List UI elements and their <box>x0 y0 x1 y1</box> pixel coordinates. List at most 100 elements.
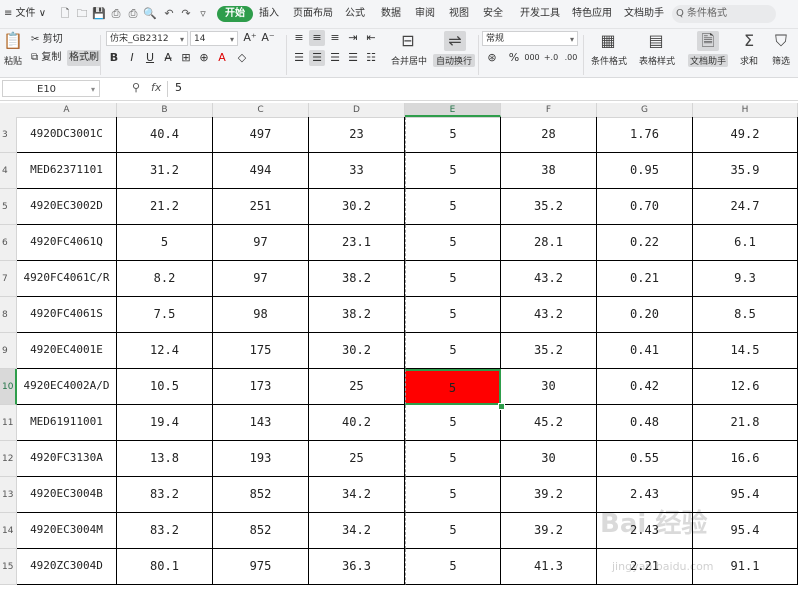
table-cell[interactable]: 8.5 <box>693 297 798 333</box>
table-cell[interactable]: 12.4 <box>117 333 213 369</box>
format-painter-quick-icon[interactable]: ⎙ <box>109 7 123 21</box>
table-cell[interactable]: 4920EC3004B <box>17 477 117 513</box>
search-input[interactable]: Q 条件格式 <box>672 5 776 23</box>
table-cell[interactable]: 0.21 <box>597 261 693 297</box>
open-icon[interactable]: 🗀 <box>75 7 89 21</box>
formula-input[interactable]: 5 <box>175 81 182 94</box>
cut-button[interactable]: ✂ 剪切 <box>31 32 63 48</box>
table-cell[interactable]: 97 <box>213 261 309 297</box>
wrap-text-button[interactable]: 自动换行 <box>433 54 475 67</box>
table-cell[interactable]: 19.4 <box>117 405 213 441</box>
table-cell[interactable]: MED61911001 <box>17 405 117 441</box>
column-header-e[interactable]: E <box>405 103 501 117</box>
merge-center-button[interactable]: 合并居中 <box>386 54 432 67</box>
table-cell[interactable]: 143 <box>213 405 309 441</box>
undo-icon[interactable]: ↶ <box>162 7 176 21</box>
table-cell[interactable]: 2.21 <box>597 549 693 585</box>
tab-home[interactable]: 开始 <box>217 6 253 22</box>
table-cell[interactable]: 30 <box>501 441 597 477</box>
justify-icon[interactable]: ☰ <box>345 50 361 66</box>
table-cell[interactable]: 35.9 <box>693 153 798 189</box>
row-header[interactable]: 4 <box>0 153 17 189</box>
table-cell[interactable]: 5 <box>405 297 501 333</box>
print-icon[interactable]: ⎙ <box>126 7 140 21</box>
table-cell[interactable]: 9.3 <box>693 261 798 297</box>
font-shrink-icon[interactable]: A⁻ <box>260 30 276 46</box>
table-cell[interactable]: 4920EC4001E <box>17 333 117 369</box>
table-cell[interactable]: 12.6 <box>693 369 798 405</box>
font-color-icon[interactable]: A <box>214 50 230 66</box>
table-cell[interactable]: 24.7 <box>693 189 798 225</box>
tab-formulas[interactable]: 公式 <box>344 0 366 28</box>
table-cell[interactable]: 5 <box>405 117 501 153</box>
table-cell[interactable]: 28.1 <box>501 225 597 261</box>
tab-security[interactable]: 安全 <box>482 0 504 28</box>
tab-developer[interactable]: 开发工具 <box>520 0 560 28</box>
table-cell[interactable]: 97 <box>213 225 309 261</box>
tab-page-layout[interactable]: 页面布局 <box>293 0 333 28</box>
table-style-button[interactable]: 表格样式 <box>634 54 680 67</box>
table-cell[interactable]: 31.2 <box>117 153 213 189</box>
filter-icon[interactable]: ⛉ <box>771 31 791 51</box>
merge-center-icon[interactable]: ⊟ <box>398 31 418 51</box>
table-cell[interactable]: 0.22 <box>597 225 693 261</box>
conditional-format-button[interactable]: 条件格式 <box>586 54 632 67</box>
fill-color-icon[interactable]: ⊕ <box>196 50 212 66</box>
table-cell[interactable]: 5 <box>405 549 501 585</box>
table-cell[interactable]: 35.2 <box>501 333 597 369</box>
table-cell[interactable]: 0.48 <box>597 405 693 441</box>
table-cell[interactable]: 35.2 <box>501 189 597 225</box>
tab-insert[interactable]: 插入 <box>258 0 280 28</box>
column-header-b[interactable]: B <box>117 103 213 117</box>
table-cell[interactable]: 4920DC3001C <box>17 117 117 153</box>
table-style-icon[interactable]: ▤ <box>646 31 666 51</box>
table-cell[interactable]: 91.1 <box>693 549 798 585</box>
table-cell[interactable]: 95.4 <box>693 477 798 513</box>
percent-button[interactable]: % <box>506 50 522 66</box>
conditional-format-icon[interactable]: ▦ <box>598 31 618 51</box>
table-cell[interactable]: 83.2 <box>117 477 213 513</box>
font-size-select[interactable]: 14 ▾ <box>190 31 238 46</box>
table-cell[interactable]: 175 <box>213 333 309 369</box>
active-cell[interactable]: 5 <box>405 369 501 405</box>
outdent-icon[interactable]: ⇤ <box>363 30 379 46</box>
row-header[interactable]: 9 <box>0 333 17 369</box>
table-cell[interactable]: 23 <box>309 117 405 153</box>
table-cell[interactable]: 28 <box>501 117 597 153</box>
row-header[interactable]: 14 <box>0 513 17 549</box>
name-box[interactable]: E10 ▾ <box>2 80 100 97</box>
row-header[interactable]: 6 <box>0 225 17 261</box>
table-cell[interactable]: 98 <box>213 297 309 333</box>
table-cell[interactable]: 5 <box>117 225 213 261</box>
table-cell[interactable]: 494 <box>213 153 309 189</box>
sum-button[interactable]: 求和 <box>734 54 764 67</box>
table-cell[interactable]: 4920EC4002A/D <box>17 369 117 405</box>
row-header[interactable]: 13 <box>0 477 17 513</box>
format-painter-button[interactable]: 格式刷 <box>67 50 101 66</box>
table-cell[interactable]: 43.2 <box>501 261 597 297</box>
table-cell[interactable]: 5 <box>405 189 501 225</box>
table-cell[interactable]: 38.2 <box>309 297 405 333</box>
table-cell[interactable]: 39.2 <box>501 513 597 549</box>
doc-assistant-icon[interactable]: 🗎 <box>697 31 719 51</box>
table-cell[interactable]: 0.70 <box>597 189 693 225</box>
font-name-select[interactable]: 仿宋_GB2312 ▾ <box>106 31 188 46</box>
table-cell[interactable]: 173 <box>213 369 309 405</box>
row-header[interactable]: 3 <box>0 117 17 153</box>
decrease-decimal-button[interactable]: .00 <box>563 50 579 66</box>
table-cell[interactable]: 34.2 <box>309 513 405 549</box>
row-header[interactable]: 11 <box>0 405 17 441</box>
table-cell[interactable]: 193 <box>213 441 309 477</box>
table-cell[interactable]: 40.2 <box>309 405 405 441</box>
table-cell[interactable]: 4920FC4061Q <box>17 225 117 261</box>
fx-button[interactable]: fx <box>151 81 161 94</box>
table-cell[interactable]: 2.43 <box>597 513 693 549</box>
row-header[interactable]: 7 <box>0 261 17 297</box>
table-cell[interactable]: 8.2 <box>117 261 213 297</box>
table-cell[interactable]: 5 <box>405 261 501 297</box>
table-cell[interactable]: 2.43 <box>597 477 693 513</box>
table-cell[interactable]: 30 <box>501 369 597 405</box>
table-cell[interactable]: 5 <box>405 513 501 549</box>
table-cell[interactable]: 4920FC4061S <box>17 297 117 333</box>
table-cell[interactable]: 251 <box>213 189 309 225</box>
